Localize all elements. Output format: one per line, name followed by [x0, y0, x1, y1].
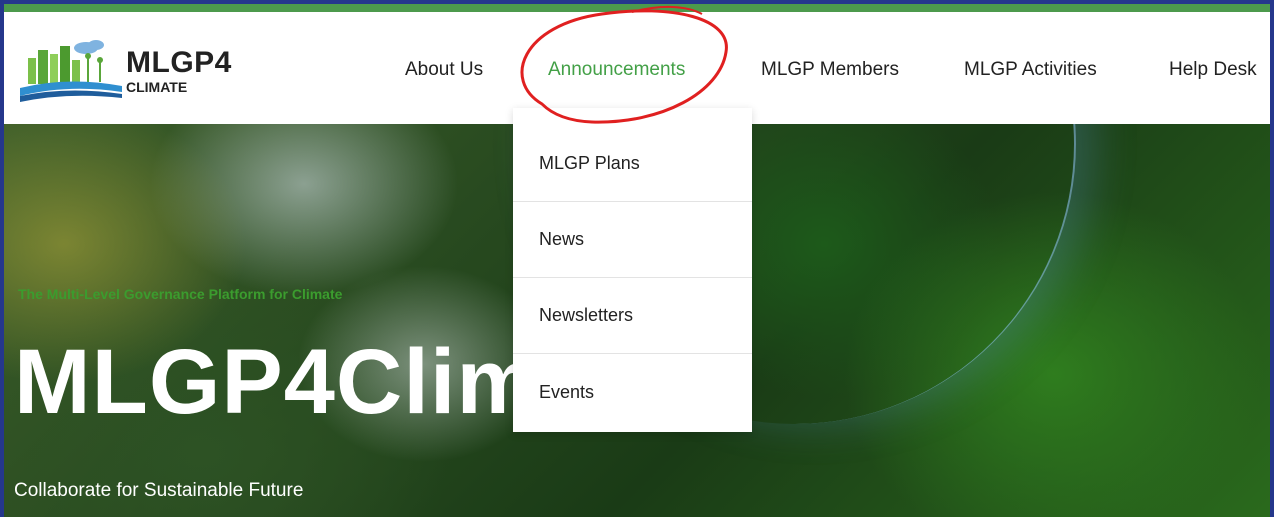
dropdown-item-news[interactable]: News — [513, 202, 752, 278]
city-logo-icon — [20, 40, 122, 102]
logo-subtitle: CLIMATE — [126, 79, 188, 95]
site-logo[interactable]: MLGP4 CLIMATE — [18, 36, 258, 106]
nav-announcements[interactable]: Announcements — [548, 59, 685, 81]
dropdown-item-mlgp-plans[interactable]: MLGP Plans — [513, 126, 752, 202]
announcements-dropdown: MLGP Plans News Newsletters Events — [513, 108, 752, 432]
dropdown-item-newsletters[interactable]: Newsletters — [513, 278, 752, 354]
hero-subtitle: Collaborate for Sustainable Future — [14, 480, 304, 501]
nav-mlgp-activities[interactable]: MLGP Activities — [964, 59, 1097, 81]
hero-tagline: The Multi-Level Governance Platform for … — [18, 286, 343, 302]
nav-help-desk[interactable]: Help Desk — [1169, 59, 1257, 81]
header-accent-bar — [4, 4, 1270, 12]
dropdown-item-events[interactable]: Events — [513, 354, 752, 430]
nav-about-us[interactable]: About Us — [405, 59, 483, 81]
top-border — [0, 0, 1274, 4]
logo-wordmark: MLGP4 — [126, 46, 232, 79]
nav-mlgp-members[interactable]: MLGP Members — [761, 59, 899, 81]
